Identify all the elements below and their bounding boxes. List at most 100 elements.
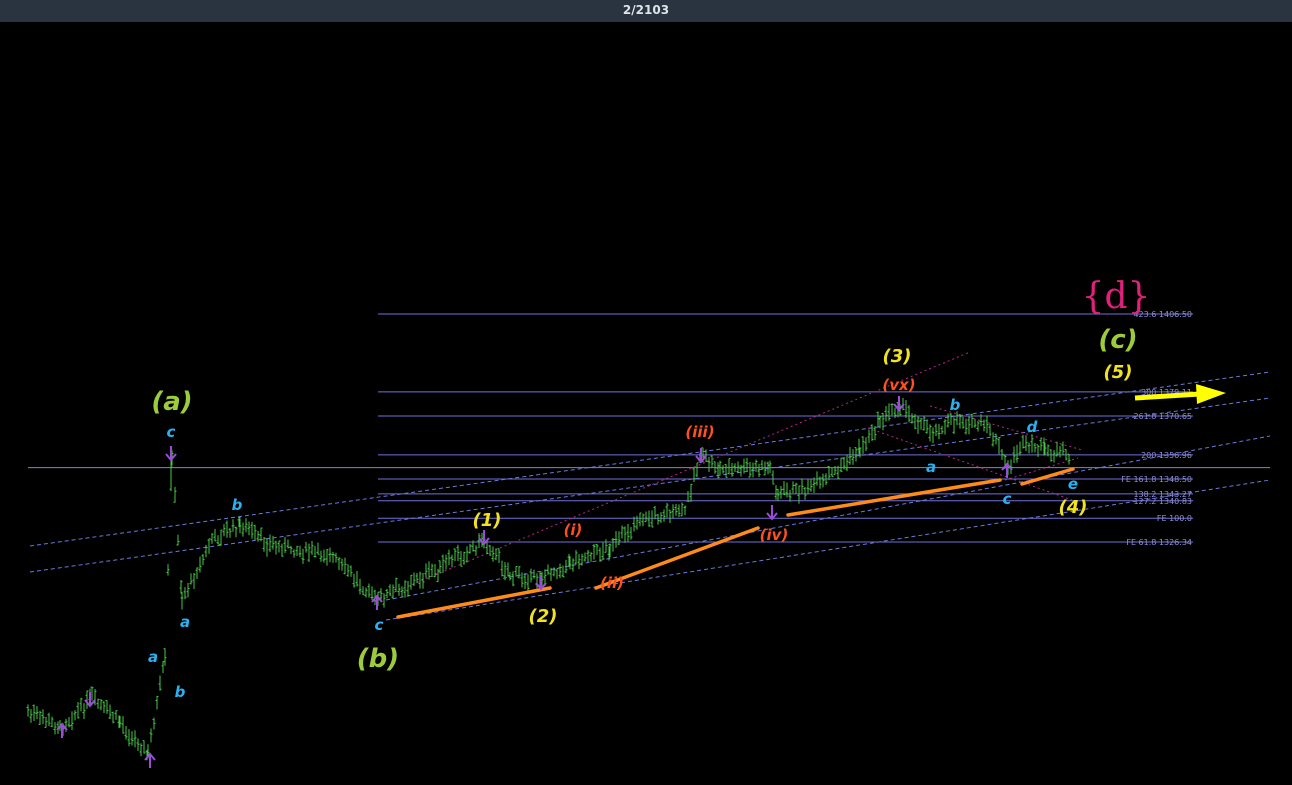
candle: [806, 479, 810, 494]
candle: [662, 509, 666, 522]
candle: [277, 540, 281, 553]
candle: [304, 541, 308, 553]
candle: [491, 546, 495, 562]
candle: [800, 478, 804, 494]
candle: [861, 436, 865, 454]
candle: [665, 502, 669, 518]
candle: [890, 403, 894, 416]
wave-label: (c): [1098, 325, 1137, 355]
candle: [928, 424, 932, 442]
candle: [653, 505, 657, 520]
candle: [1058, 445, 1062, 458]
candle: [907, 405, 911, 423]
wave-label: a: [148, 648, 158, 666]
candle: [247, 521, 251, 536]
candle: [283, 536, 287, 553]
candle: [310, 541, 314, 555]
candle: [704, 449, 708, 462]
candle: [388, 584, 392, 596]
candle: [430, 563, 434, 577]
wave-label: b: [232, 496, 243, 514]
candle: [768, 460, 772, 473]
candle: [500, 560, 504, 577]
candle: [626, 523, 630, 542]
candle: [827, 466, 831, 481]
candle: [47, 712, 51, 727]
candle: [668, 509, 672, 523]
candle: [692, 467, 696, 483]
candle: [207, 538, 211, 554]
candle: [583, 552, 587, 562]
candle: [334, 552, 338, 563]
candle: [337, 557, 341, 571]
candle: [280, 543, 284, 557]
candle: [782, 481, 786, 496]
candle: [195, 567, 199, 579]
candle: [456, 544, 460, 562]
candle: [462, 551, 466, 565]
candle: [307, 543, 311, 563]
candle: [316, 542, 320, 555]
candle: [158, 675, 162, 691]
candle: [677, 504, 681, 517]
candle: [250, 521, 254, 539]
candle: [494, 548, 498, 561]
fib-level-label: FE 100.0: [1157, 514, 1192, 523]
candle: [161, 661, 165, 673]
candle: [108, 704, 112, 720]
candle: [904, 400, 908, 418]
candle: [173, 486, 177, 503]
fib-level-label: FE 61.8 1326.34: [1126, 538, 1192, 547]
candle: [611, 538, 615, 552]
candle: [1052, 449, 1056, 463]
candle: [415, 573, 419, 583]
candle: [976, 420, 980, 432]
candle: [76, 702, 80, 719]
candle: [748, 461, 752, 478]
candle: [1015, 444, 1019, 463]
candle: [155, 695, 159, 710]
candle: [488, 544, 492, 556]
candle: [919, 418, 923, 430]
candle: [152, 717, 156, 730]
candle: [745, 457, 749, 472]
candle: [149, 728, 153, 743]
candle: [96, 698, 100, 709]
candle: [444, 554, 448, 570]
candle: [38, 710, 42, 725]
candle: [788, 489, 792, 502]
candle: [988, 423, 992, 437]
candle: [760, 460, 764, 470]
candle: [686, 490, 690, 502]
candle: [228, 528, 232, 538]
wave-label: (3): [883, 346, 912, 367]
candle: [403, 580, 407, 598]
candle: [647, 510, 651, 527]
candle: [558, 563, 562, 579]
candle: [721, 465, 725, 474]
candle: [689, 483, 693, 502]
candle: [1055, 441, 1059, 457]
candle: [641, 513, 645, 527]
candle: [111, 711, 115, 724]
projection-arrow-head: [1196, 384, 1226, 404]
wave-label: (5): [1104, 362, 1133, 383]
candle: [586, 550, 590, 562]
candle: [604, 539, 608, 553]
candle: [253, 524, 257, 540]
candle: [674, 503, 678, 516]
candle: [32, 704, 36, 722]
candle: [210, 533, 214, 544]
candle: [26, 704, 30, 717]
candle: [997, 437, 1001, 455]
candle: [785, 482, 789, 498]
candle: [1027, 442, 1031, 454]
candle: [105, 700, 109, 714]
candle: [328, 547, 332, 563]
candle: [67, 716, 71, 728]
candle: [289, 545, 293, 554]
candle: [346, 564, 350, 577]
trendline: [1020, 467, 1075, 486]
candle: [638, 512, 642, 527]
trendline: [396, 586, 552, 619]
